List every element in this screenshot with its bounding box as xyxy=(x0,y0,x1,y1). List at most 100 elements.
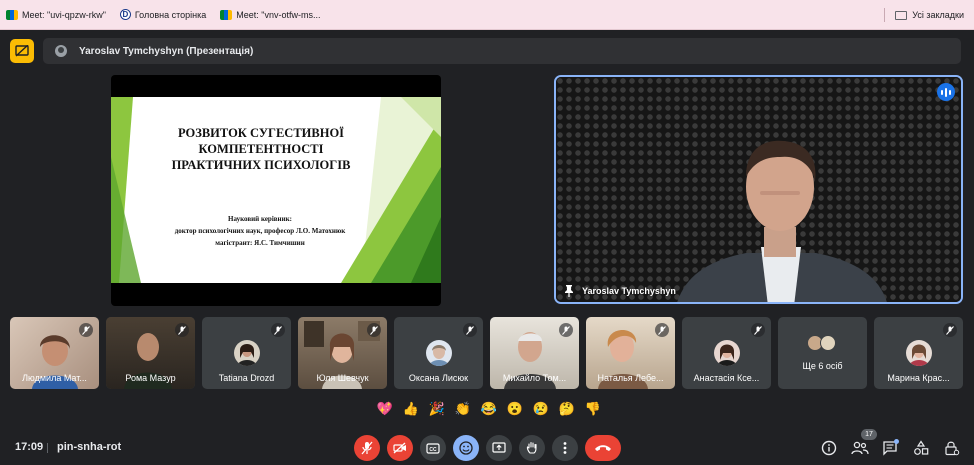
all-bookmarks[interactable]: Усі закладки xyxy=(884,8,964,22)
more-options-button[interactable] xyxy=(552,435,578,461)
speaker-name-label: Yaroslav Tymchyshyn xyxy=(564,285,676,297)
lock-person-icon xyxy=(945,441,960,456)
participant-tile[interactable]: Оксана Лисюк xyxy=(394,317,483,389)
participant-name: Анастасія Ксе... xyxy=(693,373,760,383)
reaction-heart[interactable]: 💖 xyxy=(375,398,395,420)
emoji-icon xyxy=(459,441,473,455)
mic-off-icon xyxy=(943,323,957,337)
mic-off-icon xyxy=(79,323,93,337)
more-participants-label: Ще 6 осіб xyxy=(802,361,843,371)
participant-tile[interactable]: Юля Шевчук xyxy=(298,317,387,389)
participant-name: Людмила Мат... xyxy=(22,373,87,383)
google-meet-icon xyxy=(220,9,233,20)
bookmarks-divider xyxy=(884,8,886,22)
people-icon xyxy=(851,441,869,455)
time-divider xyxy=(47,443,48,453)
bookmark-meet-1[interactable]: Meet: "uvi-qpzw-rkw" xyxy=(6,9,106,20)
participant-name: Юля Шевчук xyxy=(316,373,369,383)
hand-icon xyxy=(526,441,537,454)
participant-name: Марина Крас... xyxy=(887,373,950,383)
participant-tile[interactable]: Наталья Лебе... xyxy=(586,317,675,389)
meeting-time: 17:09 xyxy=(15,441,44,453)
participant-tile[interactable]: Tatiana Drozd xyxy=(202,317,291,389)
reaction-clap[interactable]: 👏 xyxy=(453,398,473,420)
participant-tile[interactable]: Рома Мазур xyxy=(106,317,195,389)
reaction-thumbs-down[interactable]: 👎 xyxy=(583,398,603,420)
bookmark-home[interactable]: D Головна сторінка xyxy=(119,9,207,20)
reactions-button[interactable] xyxy=(453,435,479,461)
mic-toggle-button[interactable] xyxy=(354,435,380,461)
participant-name: Михайло Том... xyxy=(502,373,567,383)
activities-button[interactable] xyxy=(912,439,930,457)
presentation-stage[interactable]: РОЗВИТОК СУГЕСТИВНОЇ КОМПЕТЕНТНОСТІ ПРАК… xyxy=(111,75,441,306)
meeting-code: pin-snha-rot xyxy=(57,441,122,453)
reaction-party[interactable]: 🎉 xyxy=(427,398,447,420)
captions-button[interactable]: CC xyxy=(420,435,446,461)
presentation-slide: РОЗВИТОК СУГЕСТИВНОЇ КОМПЕТЕНТНОСТІ ПРАК… xyxy=(111,97,441,283)
present-screen-button[interactable] xyxy=(486,435,512,461)
leave-call-button[interactable] xyxy=(585,435,621,461)
pin-icon[interactable] xyxy=(564,285,574,297)
presentation-bar: Yaroslav Tymchyshyn (Презентація) xyxy=(43,38,961,64)
bookmark-label: Meet: "uvi-qpzw-rkw" xyxy=(22,9,106,20)
participant-avatar xyxy=(906,340,932,366)
activities-icon xyxy=(914,440,929,455)
participant-avatar xyxy=(234,340,260,366)
participant-avatar xyxy=(820,335,836,351)
captions-icon: CC xyxy=(426,442,440,454)
raise-hand-button[interactable] xyxy=(519,435,545,461)
participant-tile[interactable]: Людмила Мат... xyxy=(10,317,99,389)
speaking-indicator-icon xyxy=(937,83,955,101)
participant-strip: Людмила Мат... Рома Мазур Tatiana Drozd … xyxy=(10,317,966,389)
slide-subtitle: Науковий керівник: доктор психологічних … xyxy=(174,215,346,247)
reaction-laugh[interactable]: 😂 xyxy=(479,398,499,420)
reaction-thumbs-up[interactable]: 👍 xyxy=(401,398,421,420)
bookmark-meet-2[interactable]: Meet: "vnv-otfw-ms... xyxy=(220,9,321,20)
mic-off-icon xyxy=(751,323,765,337)
meeting-details-button[interactable] xyxy=(820,439,838,457)
mic-off-icon xyxy=(463,323,477,337)
bookmark-label: Meet: "vnv-otfw-ms... xyxy=(236,9,321,20)
chat-notification-dot xyxy=(894,439,899,444)
participant-name: Рома Мазур xyxy=(125,373,176,383)
presenter-avatar xyxy=(55,45,67,57)
reaction-surprised[interactable]: 😮 xyxy=(505,398,525,420)
more-vert-icon xyxy=(563,442,567,454)
slide-title: РОЗВИТОК СУГЕСТИВНОЇ КОМПЕТЕНТНОСТІ ПРАК… xyxy=(171,126,351,172)
camera-off-icon xyxy=(393,442,406,454)
speaker-video xyxy=(677,140,887,302)
participant-tile[interactable]: Марина Крас... xyxy=(874,317,963,389)
reaction-sad[interactable]: 😢 xyxy=(531,398,551,420)
chat-button[interactable] xyxy=(881,439,899,457)
participant-tile[interactable]: Михайло Том... xyxy=(490,317,579,389)
presenter-label: Yaroslav Tymchyshyn (Презентація) xyxy=(79,45,254,57)
stop-presenting-icon[interactable] xyxy=(10,39,34,63)
mic-off-icon xyxy=(271,323,285,337)
camera-toggle-button[interactable] xyxy=(387,435,413,461)
participant-name: Оксана Лисюк xyxy=(408,373,469,383)
bookmarks-bar: Meet: "uvi-qpzw-rkw" D Головна сторінка … xyxy=(0,0,974,30)
mic-off-icon xyxy=(655,323,669,337)
reactions-bar: 💖 👍 🎉 👏 😂 😮 😢 🤔 👎 xyxy=(375,398,603,420)
bookmark-label: Головна сторінка xyxy=(134,9,207,20)
mic-off-icon xyxy=(175,323,189,337)
participant-avatar xyxy=(426,340,452,366)
active-speaker-tile[interactable]: Yaroslav Tymchyshyn xyxy=(554,75,963,304)
info-icon xyxy=(821,440,837,456)
mic-off-icon xyxy=(559,323,573,337)
people-button[interactable] xyxy=(851,439,869,457)
participant-avatar xyxy=(714,340,740,366)
end-call-icon xyxy=(595,445,611,451)
more-participants-tile[interactable]: Ще 6 осіб xyxy=(778,317,867,389)
site-d-icon: D xyxy=(119,9,131,20)
mic-off-icon xyxy=(367,323,381,337)
svg-text:CC: CC xyxy=(429,447,437,453)
participant-name: Наталья Лебе... xyxy=(597,373,664,383)
all-bookmarks-label: Усі закладки xyxy=(912,10,964,20)
google-meet-icon xyxy=(6,9,18,20)
present-screen-icon xyxy=(492,442,506,453)
host-controls-button[interactable] xyxy=(943,439,961,457)
reaction-thinking[interactable]: 🤔 xyxy=(557,398,577,420)
participant-tile[interactable]: Анастасія Ксе... xyxy=(682,317,771,389)
folder-icon xyxy=(895,10,908,20)
